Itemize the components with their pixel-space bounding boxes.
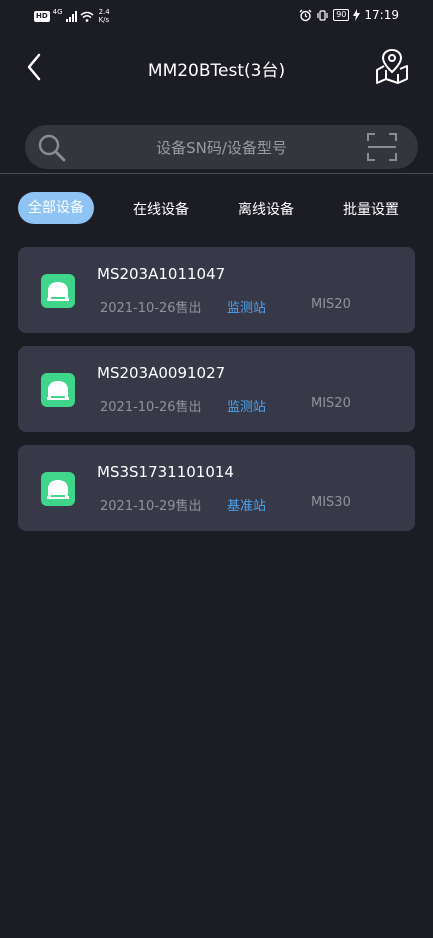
tab-all-devices[interactable]: 全部设备 bbox=[18, 192, 94, 224]
network-speed: 2.4 K/s bbox=[99, 8, 110, 24]
device-sn: MS3S1731101014 bbox=[97, 463, 234, 481]
device-sale-date: 2021-10-26售出 bbox=[100, 301, 202, 316]
device-station-type[interactable]: 监测站 bbox=[227, 297, 266, 316]
header-divider bbox=[0, 173, 433, 174]
search-icon[interactable] bbox=[37, 133, 67, 163]
tab-offline-devices[interactable]: 离线设备 bbox=[238, 193, 294, 227]
status-time: 17:19 bbox=[364, 8, 399, 22]
page-title: MM20BTest(3台) bbox=[147, 61, 286, 81]
device-sale-date: 2021-10-26售出 bbox=[100, 400, 202, 415]
map-button[interactable] bbox=[373, 46, 411, 86]
battery-indicator: 90 bbox=[333, 9, 350, 21]
charging-icon bbox=[353, 9, 361, 21]
vibrate-icon bbox=[317, 9, 328, 21]
device-sale-date: 2021-10-29售出 bbox=[100, 499, 202, 514]
status-right: 90 17:19 bbox=[299, 8, 399, 22]
device-station-type[interactable]: 基准站 bbox=[227, 495, 266, 514]
status-left: HD 4G 2.4 K/s bbox=[34, 8, 110, 24]
speed-unit: K/s bbox=[98, 16, 110, 24]
search-bar bbox=[25, 125, 418, 171]
device-station-type[interactable]: 监测站 bbox=[227, 396, 266, 415]
header: MM20BTest(3台) bbox=[0, 34, 433, 100]
wifi-icon bbox=[80, 11, 94, 22]
status-bar: HD 4G 2.4 K/s 90 17:19 bbox=[0, 0, 433, 34]
device-model: MIS20 bbox=[311, 297, 351, 312]
tab-online-devices[interactable]: 在线设备 bbox=[133, 193, 189, 227]
tab-batch-settings[interactable]: 批量设置 bbox=[343, 193, 399, 227]
device-model: MIS20 bbox=[311, 396, 351, 411]
device-icon bbox=[41, 274, 75, 308]
device-card[interactable]: MS203A0091027 2021-10-26售出 监测站 MIS20 bbox=[18, 346, 415, 432]
scan-icon[interactable] bbox=[366, 131, 398, 163]
signal-icon bbox=[65, 10, 77, 22]
search-input[interactable] bbox=[85, 125, 358, 171]
device-icon bbox=[41, 373, 75, 407]
filter-tabs: 全部设备 在线设备 离线设备 批量设置 bbox=[0, 190, 433, 230]
speed-value: 2.4 bbox=[98, 8, 110, 16]
alarm-icon bbox=[299, 9, 312, 21]
device-sn: MS203A1011047 bbox=[97, 265, 226, 283]
device-card[interactable]: MS3S1731101014 2021-10-29售出 基准站 MIS30 bbox=[18, 445, 415, 531]
device-icon bbox=[41, 472, 75, 506]
device-sn: MS203A0091027 bbox=[97, 364, 226, 382]
device-card[interactable]: MS203A1011047 2021-10-26售出 监测站 MIS20 bbox=[18, 247, 415, 333]
device-model: MIS30 bbox=[311, 495, 351, 510]
hd-badge: HD bbox=[34, 10, 50, 22]
map-location-icon bbox=[376, 48, 408, 84]
network-type: 4G bbox=[52, 8, 63, 16]
